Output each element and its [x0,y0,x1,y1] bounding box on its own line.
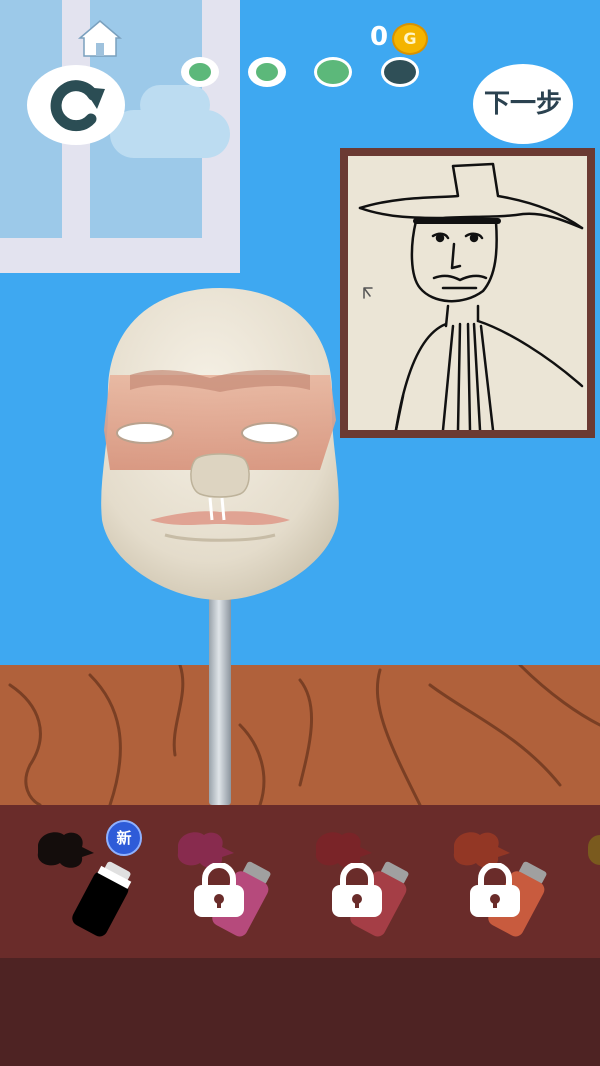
reference-drawing [358,162,584,430]
home-button[interactable] [76,18,124,58]
paint-slot-partial[interactable] [588,835,600,865]
paint-slot-red-locked[interactable] [308,825,428,940]
tray-base [0,958,600,1066]
progress-dot-3 [314,57,352,87]
face-mannequin[interactable] [90,280,350,610]
wooden-floor [0,663,600,807]
reference-portrait [340,148,595,438]
restart-button[interactable] [27,65,125,145]
home-icon [77,20,123,57]
right-eye-hole [241,422,299,444]
next-step-button[interactable]: 下一步 [473,64,573,144]
coin-icon: G [392,23,428,55]
nose [190,453,250,498]
new-badge: 新 [106,820,142,856]
lock-icon [194,863,244,917]
cloud [140,85,210,125]
lock-icon [470,863,520,917]
progress-dot-4-current [381,57,419,87]
restart-icon [50,80,105,132]
progress-dot-2 [248,57,286,87]
left-eye-hole [116,422,174,444]
wood-grain [8,663,600,807]
paint-slot-magenta-locked[interactable] [170,825,290,940]
head-stand-pole [209,590,231,805]
paint-slot-orange-locked[interactable] [446,825,566,940]
progress-dot-1 [181,57,219,87]
coin-counter: 0 [370,22,389,52]
lock-icon [332,863,382,917]
